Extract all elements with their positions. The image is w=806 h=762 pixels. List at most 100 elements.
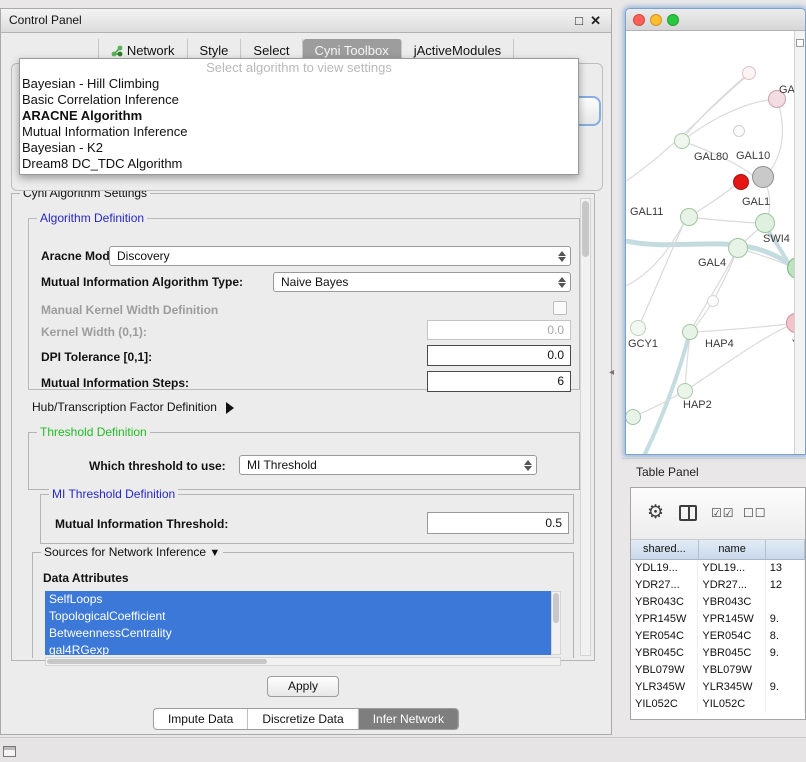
node-label: GAL4 [698,257,726,269]
tab-discretize-data[interactable]: Discretize Data [247,709,357,729]
panel-splitter-handle[interactable]: ◂ [609,367,614,378]
cell: 9. [766,679,805,696]
algorithm-option[interactable]: Mutual Information Inference [20,124,578,140]
kernel-width-field[interactable]: 0.0 [427,320,571,340]
table-row[interactable]: YPR145W YPR145W 9. [631,611,805,628]
cell [766,696,805,713]
node-label: HAP4 [705,338,734,350]
restore-panel-icon[interactable] [3,746,16,757]
float-window-icon[interactable]: □ [575,9,583,32]
network-node[interactable] [733,125,745,137]
mi-threshold-group: MI Threshold Definition Mutual Informati… [40,494,574,544]
attributes-vscrollbar-thumb[interactable] [553,593,559,623]
table-toolbar: ⚙ ☑☑ ☐☐ [631,488,805,540]
select-all-checkboxes-icon[interactable]: ☑☑ [711,506,735,520]
hub-definition-expander[interactable]: Hub/Transcription Factor Definition [32,400,234,414]
cell: YDR27... [631,577,698,594]
table-row[interactable]: YDR27... YDR27... 12 [631,577,805,594]
attributes-hscrollbar[interactable] [45,657,561,666]
control-panel-titlebar[interactable]: Control Panel □ ✕ [1,9,611,33]
table-row[interactable]: YLR345W YLR345W 9. [631,679,805,696]
table-row[interactable]: YBR043C YBR043C [631,594,805,611]
network-node-gcy1[interactable] [630,320,646,336]
network-window-titlebar[interactable] [626,9,805,31]
cell [766,662,805,679]
network-node-gal11[interactable] [680,208,698,226]
mi-threshold-field[interactable]: 0.5 [427,512,569,534]
cell: 13 [766,560,805,577]
manual-kernel-checkbox[interactable] [553,301,567,315]
threshold-definition-group: Threshold Definition Which threshold to … [28,432,580,490]
node-label: GAL80 [694,151,728,163]
network-node-hap4[interactable] [682,324,698,340]
minimize-traffic-light-icon[interactable] [650,14,662,26]
clear-all-checkboxes-icon[interactable]: ☐☐ [743,506,767,520]
settings-scrollbar[interactable] [580,198,591,656]
column-header-extra[interactable] [766,540,805,559]
network-node-red[interactable] [733,174,749,190]
settings-scrollbar-thumb[interactable] [582,201,589,257]
hub-definition-label: Hub/Transcription Factor Definition [32,400,217,414]
aracne-mode-combobox[interactable]: Discovery [109,246,571,266]
algorithm-option[interactable]: Basic Correlation Inference [20,92,578,108]
cell: YIL052C [698,696,765,713]
manual-kernel-label: Manual Kernel Width Definition [41,303,218,317]
network-node-gal10[interactable] [752,166,774,188]
table-row[interactable]: YIL052C YIL052C [631,696,805,713]
table-row[interactable]: YDL19... YDL19... 13 [631,560,805,577]
sources-title-row[interactable]: Sources for Network Inference ▼ [41,545,223,559]
network-side-toolbar [794,31,805,454]
cell [766,594,805,611]
gear-icon[interactable]: ⚙ [647,502,664,524]
attribute-item-selected[interactable]: BetweennessCentrality [45,625,551,642]
attributes-vscrollbar[interactable] [551,591,561,655]
birdseye-toggle-icon[interactable] [796,39,804,47]
close-traffic-light-icon[interactable] [633,14,645,26]
table-row[interactable]: YBL079W YBL079W [631,662,805,679]
cell: YER054C [631,628,698,645]
attributes-hscrollbar-thumb[interactable] [47,659,267,664]
network-node[interactable] [742,66,756,80]
which-threshold-combobox[interactable]: MI Threshold [239,455,537,475]
attribute-item-selected[interactable]: gal4RGexp [45,642,551,655]
network-node[interactable] [707,295,719,307]
mi-steps-field[interactable]: 6 [427,371,571,392]
mi-threshold-label: Mutual Information Threshold: [55,517,228,531]
algorithm-option-selected[interactable]: ARACNE Algorithm [20,108,578,124]
cell: 8. [766,628,805,645]
data-attributes-label: Data Attributes [43,571,129,585]
mi-type-combobox[interactable]: Naive Bayes [273,272,571,292]
algorithm-option[interactable]: Dream8 DC_TDC Algorithm [20,156,578,172]
table-row[interactable]: YER054C YER054C 8. [631,628,805,645]
column-browser-icon[interactable] [679,505,697,521]
network-node-gal80[interactable] [674,133,690,149]
combo-arrows-icon [557,276,566,289]
cell: 12 [766,577,805,594]
node-label: GAL1 [742,196,770,208]
column-header-name[interactable]: name [699,540,767,559]
dpi-tolerance-field[interactable]: 0.0 [427,345,571,366]
network-tab-icon [111,45,123,57]
cell: 9. [766,611,805,628]
attribute-item-selected[interactable]: TopologicalCoefficient [45,608,551,625]
zoom-traffic-light-icon[interactable] [667,14,679,26]
tab-infer-network[interactable]: Infer Network [358,709,458,729]
table-row[interactable]: YBR045C YBR045C 9. [631,645,805,662]
network-node-hap2[interactable] [677,383,693,399]
algorithm-option[interactable]: Bayesian - K2 [20,140,578,156]
cell: YBR045C [631,645,698,662]
close-window-icon[interactable]: ✕ [590,9,601,32]
network-node-gal4[interactable] [728,238,748,258]
cell: YPR145W [698,611,765,628]
cyni-algorithm-settings-group: Cyni Algorithm Settings Algorithm Defini… [11,193,595,661]
network-canvas[interactable]: GAL8 GAL80 GAL10 GAL11 GAL1 SWI4 GAL4 GC… [626,31,794,454]
tab-impute-data[interactable]: Impute Data [154,709,247,729]
apply-button[interactable]: Apply [267,676,339,697]
cell: 9. [766,645,805,662]
cell: YDR27... [698,577,765,594]
attribute-item-selected[interactable]: SelfLoops [45,591,551,608]
network-node-gal1[interactable] [755,213,775,233]
algorithm-option[interactable]: Bayesian - Hill Climbing [20,76,578,92]
aracne-mode-value: Discovery [117,249,170,263]
column-header-shared-name[interactable]: shared... [631,540,699,559]
